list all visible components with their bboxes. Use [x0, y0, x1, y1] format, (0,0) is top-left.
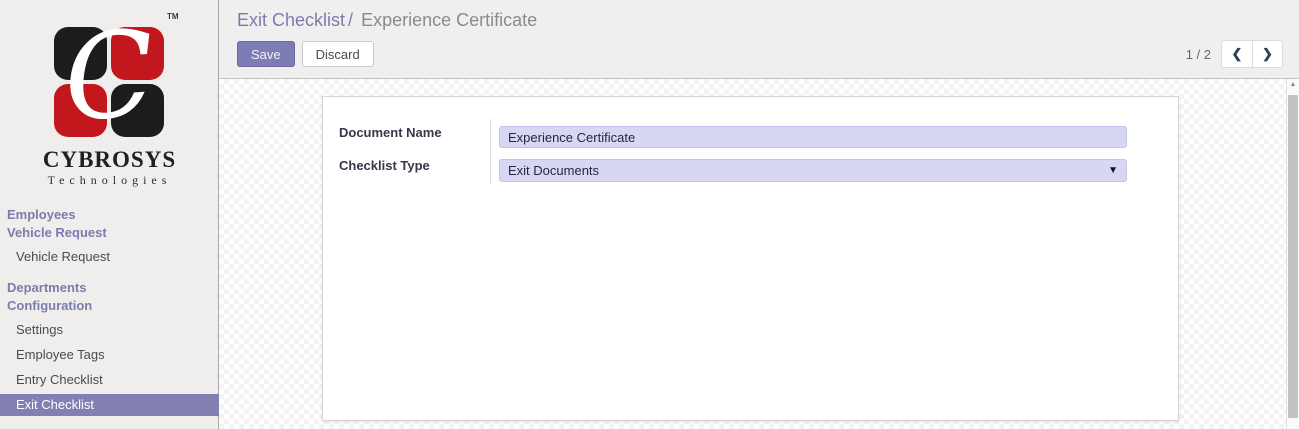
breadcrumb-separator: /	[345, 10, 356, 30]
logo-letter-c: C	[50, 13, 167, 130]
sidebar-section-departments[interactable]: Departments	[0, 279, 219, 297]
brand-name: CYBROSYS	[0, 147, 219, 173]
sidebar-gap	[0, 268, 219, 279]
document-name-label: Document Name	[339, 122, 442, 144]
chevron-right-icon: ❯	[1262, 46, 1273, 62]
scrollbar-thumb[interactable]	[1288, 95, 1298, 418]
chevron-left-icon: ❮	[1232, 46, 1243, 62]
sidebar: C TM CYBROSYS Technologies Employees Veh…	[0, 0, 219, 429]
document-name-input[interactable]	[499, 126, 1127, 148]
sidebar-item-vehicle-request[interactable]: Vehicle Request	[0, 246, 219, 268]
sidebar-item-employee-tags[interactable]: Employee Tags	[0, 344, 219, 366]
form-sheet: Document Name Checklist Type Exit Docume…	[322, 96, 1179, 421]
sidebar-item-exit-checklist[interactable]: Exit Checklist	[0, 394, 219, 416]
sidebar-item-settings[interactable]: Settings	[0, 319, 219, 341]
checklist-type-value: Exit Documents	[500, 163, 599, 178]
breadcrumb: Exit Checklist/ Experience Certificate	[237, 10, 537, 31]
sidebar-section-vehicle-request[interactable]: Vehicle Request	[0, 224, 219, 242]
brand-subtitle: Technologies	[0, 173, 219, 188]
trademark-symbol: TM	[167, 12, 179, 21]
dropdown-arrow-icon: ▼	[1108, 160, 1118, 182]
discard-button[interactable]: Discard	[302, 41, 374, 67]
sidebar-item-entry-checklist[interactable]: Entry Checklist	[0, 369, 219, 391]
pager-previous-button[interactable]: ❮	[1221, 40, 1252, 68]
vertical-scrollbar[interactable]: ▲	[1286, 79, 1299, 429]
app-window: C TM CYBROSYS Technologies Employees Veh…	[0, 0, 1299, 429]
breadcrumb-current: Experience Certificate	[361, 10, 537, 30]
sidebar-section-employees[interactable]: Employees	[0, 206, 219, 224]
pager-count: 1 / 2	[1186, 47, 1211, 62]
save-button[interactable]: Save	[237, 41, 295, 67]
label-separator	[490, 119, 491, 184]
scroll-up-arrow-icon[interactable]: ▲	[1287, 81, 1299, 88]
sidebar-menu: Employees Vehicle Request Vehicle Reques…	[0, 206, 219, 416]
content-area: Document Name Checklist Type Exit Docume…	[219, 79, 1299, 429]
checklist-type-select[interactable]: Exit Documents ▼	[499, 159, 1127, 182]
sidebar-section-configuration[interactable]: Configuration	[0, 297, 219, 315]
pager-next-button[interactable]: ❯	[1252, 40, 1283, 68]
pager: 1 / 2 ❮ ❯	[1186, 40, 1283, 68]
checklist-type-label: Checklist Type	[339, 155, 430, 177]
pager-buttons: ❮ ❯	[1221, 40, 1283, 68]
toolbar: Save Discard	[237, 41, 374, 67]
breadcrumb-parent-link[interactable]: Exit Checklist	[237, 10, 345, 30]
control-panel: Exit Checklist/ Experience Certificate S…	[219, 0, 1299, 79]
